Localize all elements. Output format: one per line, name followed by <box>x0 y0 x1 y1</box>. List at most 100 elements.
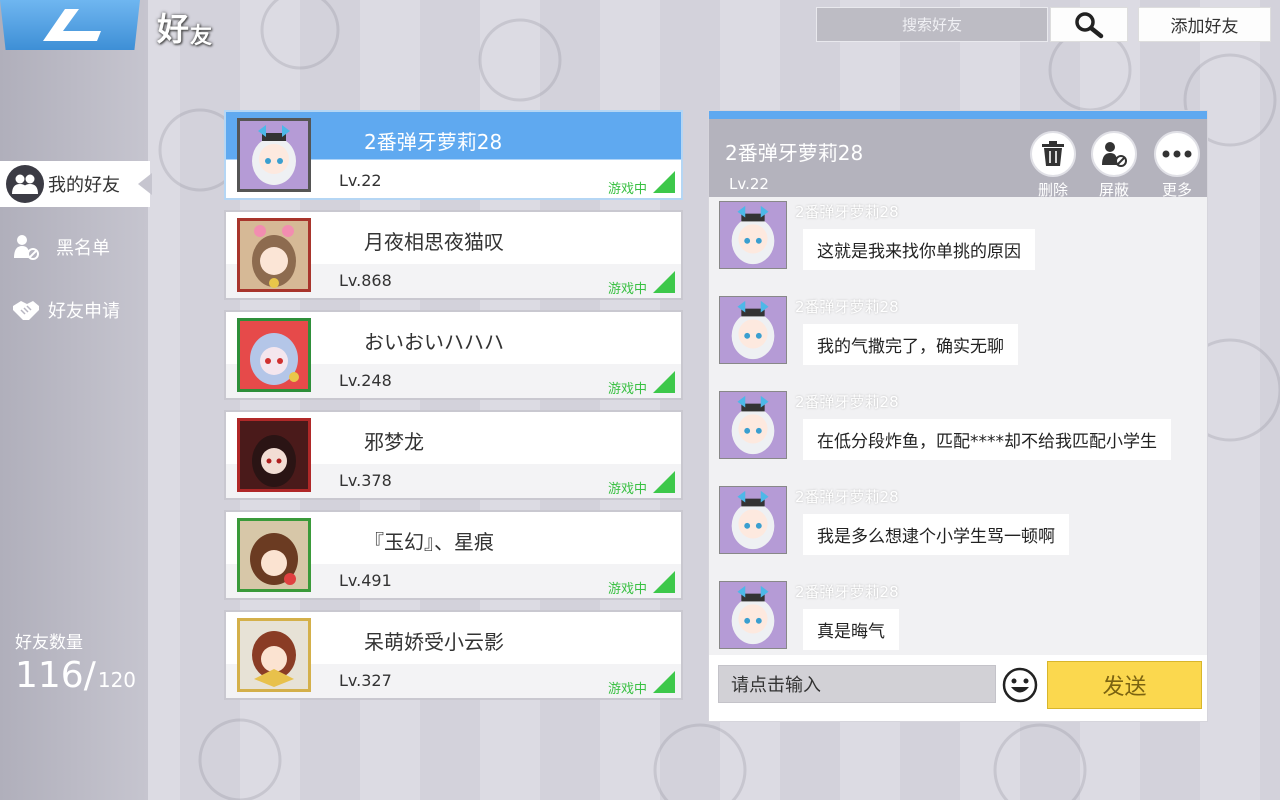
friend-avatar <box>237 318 311 392</box>
chat-panel: 2番弹牙萝莉28 Lv.22 删除 屏蔽 更多 2番弹牙萝莉28 这就是我来找你… <box>708 110 1208 722</box>
more-icon <box>1162 150 1192 158</box>
friend-level: Lv.22 <box>339 171 382 190</box>
friend-status: 游戏中 <box>607 682 647 697</box>
message-bubble: 这就是我来找你单挑的原因 <box>803 229 1035 270</box>
block-button-circle <box>1091 131 1137 177</box>
sidebar-item-friend-requests[interactable]: 好友申请 <box>0 287 150 333</box>
more-button-circle <box>1154 131 1200 177</box>
message-bubble: 在低分段炸鱼，匹配****却不给我匹配小学生 <box>803 419 1171 460</box>
friend-status: 游戏中 <box>607 282 647 297</box>
friend-avatar <box>237 118 311 192</box>
message-bubble: 我是多么想逮个小学生骂一顿啊 <box>803 514 1069 555</box>
friend-name: 2番弹牙萝莉28 <box>364 130 503 154</box>
sidebar-item-blacklist[interactable]: 黑名单 <box>0 224 150 270</box>
friend-level: Lv.327 <box>339 671 392 690</box>
friends-icon <box>6 165 44 203</box>
friend-avatar <box>237 618 311 692</box>
friend-avatar <box>237 418 311 492</box>
message-avatar <box>719 391 787 459</box>
sidebar: 我的好友 黑名单 好友申请 好友数量 116/ 120 <box>0 0 152 800</box>
message-avatar <box>719 201 787 269</box>
friend-level: Lv.378 <box>339 471 392 490</box>
friend-status: 游戏中 <box>607 182 647 197</box>
page-title-sub: 友 <box>190 24 213 49</box>
friend-level: Lv.868 <box>339 271 392 290</box>
signal-icon <box>653 471 675 493</box>
add-friend-button[interactable]: 添加好友 <box>1138 7 1271 42</box>
back-button[interactable] <box>0 0 140 50</box>
chat-header: 2番弹牙萝莉28 Lv.22 删除 屏蔽 更多 <box>709 119 1207 200</box>
friend-list: 2番弹牙萝莉28 Lv.22 游戏中 月夜相思夜猫叹 Lv.868 游戏中 おい… <box>224 110 683 710</box>
friend-name: 月夜相思夜猫叹 <box>364 230 504 254</box>
message-avatar <box>719 486 787 554</box>
search-placeholder: 搜索好友 <box>901 16 962 34</box>
delete-button-circle <box>1030 131 1076 177</box>
friend-card[interactable]: おいおいハハハ Lv.248 游戏中 <box>224 310 683 400</box>
search-button[interactable] <box>1050 7 1128 42</box>
active-indicator-arrow <box>138 173 152 195</box>
signal-icon <box>653 671 675 693</box>
signal-icon <box>653 371 675 393</box>
chat-message: 2番弹牙萝莉28 这就是我来找你单挑的原因 <box>719 201 1199 271</box>
message-sender: 2番弹牙萝莉28 <box>795 393 899 411</box>
chat-friend-level: Lv.22 <box>729 175 769 193</box>
chat-input-placeholder: 请点击输入 <box>731 675 821 696</box>
chat-message: 2番弹牙萝莉28 在低分段炸鱼，匹配****却不给我匹配小学生 <box>719 391 1199 461</box>
delete-friend-button[interactable]: 删除 <box>1029 131 1077 200</box>
friend-count-current: 116/ <box>15 655 96 696</box>
chat-input-bar: 请点击输入 发送 <box>709 655 1207 721</box>
chat-friend-name: 2番弹牙萝莉28 <box>725 141 864 165</box>
friend-card[interactable]: 呆萌娇受小云影 Lv.327 游戏中 <box>224 610 683 700</box>
friend-card[interactable]: 『玉幻』、星痕 Lv.491 游戏中 <box>224 510 683 600</box>
signal-icon <box>653 171 675 193</box>
friend-card[interactable]: 2番弹牙萝莉28 Lv.22 游戏中 <box>224 110 683 200</box>
blocked-user-icon <box>6 227 46 267</box>
sidebar-item-my-friends[interactable]: 我的好友 <box>0 161 152 207</box>
block-friend-button[interactable]: 屏蔽 <box>1090 131 1138 200</box>
chat-message-list[interactable]: 2番弹牙萝莉28 这就是我来找你单挑的原因 2番弹牙萝莉28 我的气撒完了，确实… <box>709 197 1207 657</box>
message-bubble: 我的气撒完了，确实无聊 <box>803 324 1018 365</box>
friend-status: 游戏中 <box>607 382 647 397</box>
friend-name: 呆萌娇受小云影 <box>364 630 504 654</box>
search-input[interactable]: 搜索好友 <box>816 7 1048 42</box>
message-sender: 2番弹牙萝莉28 <box>795 298 899 316</box>
more-options-button[interactable]: 更多 <box>1153 131 1201 200</box>
handshake-icon <box>6 290 46 330</box>
friend-avatar <box>237 218 311 292</box>
friend-level: Lv.491 <box>339 571 392 590</box>
friend-count-max: 120 <box>97 668 137 692</box>
page-title: 好 友 <box>157 4 212 50</box>
friend-name: 邪梦龙 <box>364 430 424 454</box>
friend-status: 游戏中 <box>607 582 647 597</box>
smiley-icon <box>1002 667 1038 703</box>
chat-input-field[interactable]: 请点击输入 <box>718 665 996 703</box>
message-sender: 2番弹牙萝莉28 <box>795 203 899 221</box>
trash-icon <box>1042 141 1064 166</box>
sidebar-item-label: 我的好友 <box>48 175 120 196</box>
message-avatar <box>719 296 787 364</box>
friend-name: おいおいハハハ <box>364 330 504 354</box>
send-button[interactable]: 发送 <box>1047 661 1202 709</box>
block-user-icon <box>1102 142 1127 167</box>
page-title-main: 好 <box>157 10 190 48</box>
friend-card[interactable]: 月夜相思夜猫叹 Lv.868 游戏中 <box>224 210 683 300</box>
message-sender: 2番弹牙萝莉28 <box>795 583 899 601</box>
message-bubble: 真是晦气 <box>803 609 899 650</box>
signal-icon <box>653 271 675 293</box>
sidebar-item-label: 好友申请 <box>48 301 120 322</box>
add-friend-label: 添加好友 <box>1170 17 1239 37</box>
friend-card[interactable]: 邪梦龙 Lv.378 游戏中 <box>224 410 683 500</box>
signal-icon <box>653 571 675 593</box>
chat-message: 2番弹牙萝莉28 我的气撒完了，确实无聊 <box>719 296 1199 366</box>
search-icon <box>1075 11 1104 38</box>
friend-count-label: 好友数量 <box>15 633 83 653</box>
friend-count: 116/ 120 <box>15 655 136 696</box>
chat-message: 2番弹牙萝莉28 我是多么想逮个小学生骂一顿啊 <box>719 486 1199 556</box>
friend-avatar <box>237 518 311 592</box>
chat-message: 2番弹牙萝莉28 真是晦气 <box>719 581 1199 651</box>
emoji-button[interactable] <box>1002 667 1038 703</box>
back-arrow-icon <box>43 9 101 41</box>
message-sender: 2番弹牙萝莉28 <box>795 488 899 506</box>
message-avatar <box>719 581 787 649</box>
friend-level: Lv.248 <box>339 371 392 390</box>
